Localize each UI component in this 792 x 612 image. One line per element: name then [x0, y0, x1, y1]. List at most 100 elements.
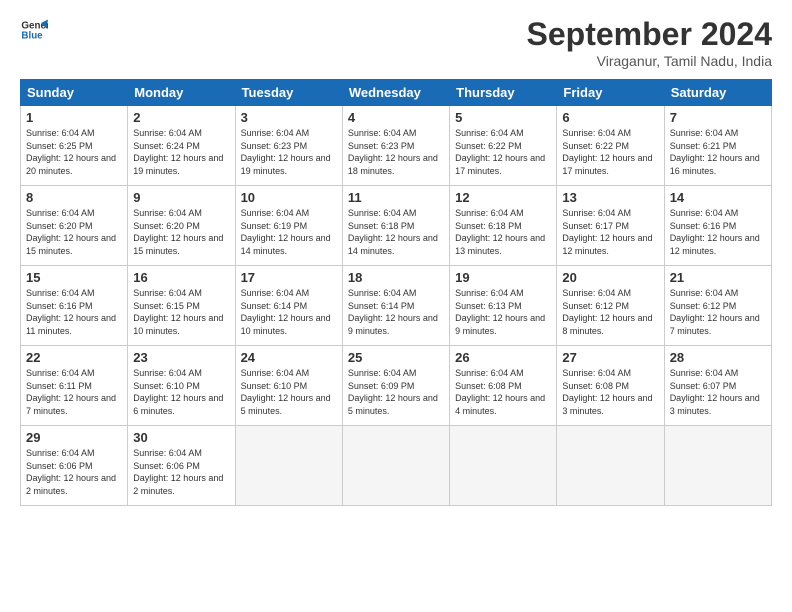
table-row: 24Sunrise: 6:04 AMSunset: 6:10 PMDayligh… — [235, 346, 342, 426]
cell-details: Sunrise: 6:04 AMSunset: 6:16 PMDaylight:… — [26, 288, 116, 336]
cell-details: Sunrise: 6:04 AMSunset: 6:16 PMDaylight:… — [670, 208, 760, 256]
cell-details: Sunrise: 6:04 AMSunset: 6:25 PMDaylight:… — [26, 128, 116, 176]
table-row: 17Sunrise: 6:04 AMSunset: 6:14 PMDayligh… — [235, 266, 342, 346]
day-number: 18 — [348, 270, 444, 285]
table-row: 28Sunrise: 6:04 AMSunset: 6:07 PMDayligh… — [664, 346, 771, 426]
table-row: 20Sunrise: 6:04 AMSunset: 6:12 PMDayligh… — [557, 266, 664, 346]
day-number: 6 — [562, 110, 658, 125]
table-row: 8 Sunrise: 6:04 AMSunset: 6:20 PMDaylight… — [21, 186, 128, 266]
cell-details: Sunrise: 6:04 AMSunset: 6:14 PMDaylight:… — [348, 288, 438, 336]
cell-details: Sunrise: 6:04 AMSunset: 6:18 PMDaylight:… — [455, 208, 545, 256]
table-row: 3 Sunrise: 6:04 AMSunset: 6:23 PMDaylight… — [235, 106, 342, 186]
day-number: 17 — [241, 270, 337, 285]
day-number: 23 — [133, 350, 229, 365]
day-number: 16 — [133, 270, 229, 285]
logo-icon: General Blue — [20, 16, 48, 44]
col-thursday: Thursday — [450, 80, 557, 106]
calendar-row: 29 Sunrise: 6:04 AMSunset: 6:06 PMDayligh… — [21, 426, 772, 506]
table-row: 4 Sunrise: 6:04 AMSunset: 6:23 PMDaylight… — [342, 106, 449, 186]
cell-details: Sunrise: 6:04 AMSunset: 6:07 PMDaylight:… — [670, 368, 760, 416]
cell-details: Sunrise: 6:04 AMSunset: 6:23 PMDaylight:… — [348, 128, 438, 176]
day-number: 14 — [670, 190, 766, 205]
table-row — [664, 426, 771, 506]
cell-details: Sunrise: 6:04 AMSunset: 6:24 PMDaylight:… — [133, 128, 223, 176]
cell-details: Sunrise: 6:04 AMSunset: 6:06 PMDaylight:… — [26, 448, 116, 496]
calendar-row: 22Sunrise: 6:04 AMSunset: 6:11 PMDayligh… — [21, 346, 772, 426]
table-row: 12 Sunrise: 6:04 AMSunset: 6:18 PMDayligh… — [450, 186, 557, 266]
calendar-table: Sunday Monday Tuesday Wednesday Thursday… — [20, 79, 772, 506]
day-number: 22 — [26, 350, 122, 365]
col-saturday: Saturday — [664, 80, 771, 106]
table-row: 21 Sunrise: 6:04 AMSunset: 6:12 PMDayligh… — [664, 266, 771, 346]
calendar-row: 15 Sunrise: 6:04 AMSunset: 6:16 PMDayligh… — [21, 266, 772, 346]
day-number: 3 — [241, 110, 337, 125]
cell-details: Sunrise: 6:04 AMSunset: 6:21 PMDaylight:… — [670, 128, 760, 176]
cell-details: Sunrise: 6:04 AMSunset: 6:08 PMDaylight:… — [562, 368, 652, 416]
day-number: 5 — [455, 110, 551, 125]
table-row: 26 Sunrise: 6:04 AMSunset: 6:08 PMDayligh… — [450, 346, 557, 426]
table-row: 23Sunrise: 6:04 AMSunset: 6:10 PMDayligh… — [128, 346, 235, 426]
day-number: 2 — [133, 110, 229, 125]
calendar-row: 1 Sunrise: 6:04 AMSunset: 6:25 PMDaylight… — [21, 106, 772, 186]
table-row: 9Sunrise: 6:04 AMSunset: 6:20 PMDaylight… — [128, 186, 235, 266]
table-row — [235, 426, 342, 506]
day-number: 15 — [26, 270, 122, 285]
table-row: 15 Sunrise: 6:04 AMSunset: 6:16 PMDayligh… — [21, 266, 128, 346]
table-row: 14 Sunrise: 6:04 AMSunset: 6:16 PMDayligh… — [664, 186, 771, 266]
day-number: 12 — [455, 190, 551, 205]
table-row: 29 Sunrise: 6:04 AMSunset: 6:06 PMDayligh… — [21, 426, 128, 506]
day-number: 7 — [670, 110, 766, 125]
day-number: 13 — [562, 190, 658, 205]
day-number: 21 — [670, 270, 766, 285]
cell-details: Sunrise: 6:04 AMSunset: 6:23 PMDaylight:… — [241, 128, 331, 176]
cell-details: Sunrise: 6:04 AMSunset: 6:22 PMDaylight:… — [455, 128, 545, 176]
cell-details: Sunrise: 6:04 AMSunset: 6:15 PMDaylight:… — [133, 288, 223, 336]
table-row: 5 Sunrise: 6:04 AMSunset: 6:22 PMDaylight… — [450, 106, 557, 186]
table-row: 1 Sunrise: 6:04 AMSunset: 6:25 PMDaylight… — [21, 106, 128, 186]
col-friday: Friday — [557, 80, 664, 106]
day-number: 27 — [562, 350, 658, 365]
day-number: 4 — [348, 110, 444, 125]
cell-details: Sunrise: 6:04 AMSunset: 6:12 PMDaylight:… — [670, 288, 760, 336]
col-monday: Monday — [128, 80, 235, 106]
table-row: 6 Sunrise: 6:04 AMSunset: 6:22 PMDaylight… — [557, 106, 664, 186]
cell-details: Sunrise: 6:04 AMSunset: 6:20 PMDaylight:… — [26, 208, 116, 256]
day-number: 26 — [455, 350, 551, 365]
calendar-row: 8 Sunrise: 6:04 AMSunset: 6:20 PMDaylight… — [21, 186, 772, 266]
cell-details: Sunrise: 6:04 AMSunset: 6:19 PMDaylight:… — [241, 208, 331, 256]
title-block: September 2024 Viraganur, Tamil Nadu, In… — [527, 16, 772, 69]
col-sunday: Sunday — [21, 80, 128, 106]
table-row — [450, 426, 557, 506]
table-row: 19Sunrise: 6:04 AMSunset: 6:13 PMDayligh… — [450, 266, 557, 346]
month-title: September 2024 — [527, 16, 772, 53]
cell-details: Sunrise: 6:04 AMSunset: 6:17 PMDaylight:… — [562, 208, 652, 256]
svg-text:Blue: Blue — [21, 30, 43, 41]
table-row: 10Sunrise: 6:04 AMSunset: 6:19 PMDayligh… — [235, 186, 342, 266]
table-row — [557, 426, 664, 506]
table-row: 27 Sunrise: 6:04 AMSunset: 6:08 PMDayligh… — [557, 346, 664, 426]
day-number: 9 — [133, 190, 229, 205]
cell-details: Sunrise: 6:04 AMSunset: 6:09 PMDaylight:… — [348, 368, 438, 416]
page: General Blue September 2024 Viraganur, T… — [0, 0, 792, 612]
day-number: 25 — [348, 350, 444, 365]
table-row: 16 Sunrise: 6:04 AMSunset: 6:15 PMDayligh… — [128, 266, 235, 346]
col-wednesday: Wednesday — [342, 80, 449, 106]
day-number: 29 — [26, 430, 122, 445]
day-number: 1 — [26, 110, 122, 125]
table-row: 25 Sunrise: 6:04 AMSunset: 6:09 PMDayligh… — [342, 346, 449, 426]
cell-details: Sunrise: 6:04 AMSunset: 6:08 PMDaylight:… — [455, 368, 545, 416]
table-row: 30Sunrise: 6:04 AMSunset: 6:06 PMDayligh… — [128, 426, 235, 506]
day-number: 11 — [348, 190, 444, 205]
table-row: 7 Sunrise: 6:04 AMSunset: 6:21 PMDaylight… — [664, 106, 771, 186]
cell-details: Sunrise: 6:04 AMSunset: 6:12 PMDaylight:… — [562, 288, 652, 336]
day-number: 24 — [241, 350, 337, 365]
table-row: 22Sunrise: 6:04 AMSunset: 6:11 PMDayligh… — [21, 346, 128, 426]
header: General Blue September 2024 Viraganur, T… — [20, 16, 772, 69]
table-row: 13 Sunrise: 6:04 AMSunset: 6:17 PMDayligh… — [557, 186, 664, 266]
cell-details: Sunrise: 6:04 AMSunset: 6:06 PMDaylight:… — [133, 448, 223, 496]
calendar-header-row: Sunday Monday Tuesday Wednesday Thursday… — [21, 80, 772, 106]
day-number: 8 — [26, 190, 122, 205]
table-row — [342, 426, 449, 506]
cell-details: Sunrise: 6:04 AMSunset: 6:22 PMDaylight:… — [562, 128, 652, 176]
table-row: 11Sunrise: 6:04 AMSunset: 6:18 PMDayligh… — [342, 186, 449, 266]
